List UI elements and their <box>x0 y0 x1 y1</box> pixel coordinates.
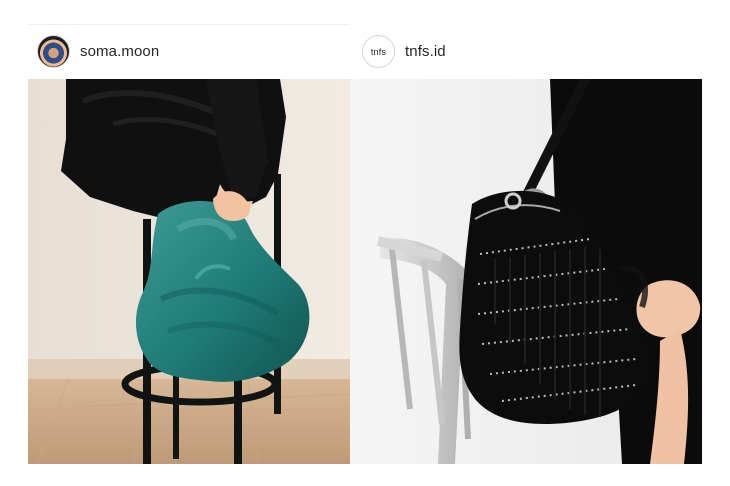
post-header: soma.moon <box>28 24 350 79</box>
avatar-initials: tnfs <box>370 46 387 57</box>
teal-bag-photo <box>28 79 350 464</box>
avatar[interactable]: tnfs <box>362 35 395 68</box>
avatar[interactable] <box>37 35 70 68</box>
post-username[interactable]: tnfs.id <box>405 43 446 60</box>
post-image[interactable] <box>350 79 702 464</box>
post-header: tnfs tnfs.id <box>350 24 702 79</box>
instagram-feed: soma.moon tnfs tnfs.id <box>0 0 730 486</box>
post-image[interactable] <box>28 79 350 464</box>
post-username[interactable]: soma.moon <box>80 43 159 60</box>
black-fringe-bag-photo <box>350 79 702 464</box>
